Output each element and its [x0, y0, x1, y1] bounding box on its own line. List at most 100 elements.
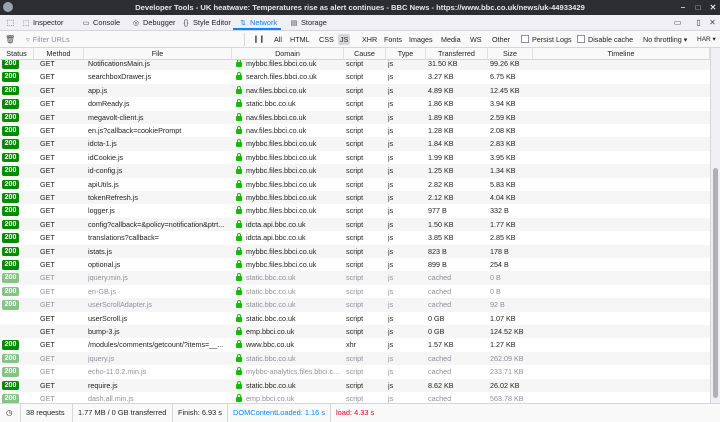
network-toolbar: 🗑 ▿ Filter URLs ❙❙ All HTML CSS JS XHR Fonts Im…	[0, 31, 720, 48]
column-header-timeline[interactable]: Timeline	[533, 48, 710, 60]
table-row[interactable]: 200 GET NotificationsMain.js mybbc.files.bb…	[0, 60, 710, 71]
har-menu[interactable]: HAR ▾	[697, 34, 716, 45]
pause-icon[interactable]: ❙❙	[253, 34, 265, 45]
close-devtools-icon[interactable]: ✕	[707, 17, 718, 28]
table-row[interactable]: 200 GET optional.js mybbc.files.bbci.co.uk s…	[0, 258, 710, 272]
table-row[interactable]: GET userScroll.js static.bbc.co.uk script js…	[0, 311, 710, 325]
filter-type-js[interactable]: JS	[338, 34, 351, 45]
lock-icon	[236, 99, 242, 108]
table-row[interactable]: 200 GET id-config.js mybbc.files.bbci.co.uk…	[0, 164, 710, 178]
cell-method: GET	[40, 327, 55, 336]
table-row[interactable]: 200 GET istats.js mybbc.files.bbci.co.uk scr…	[0, 244, 710, 258]
cell-file: apiUtils.js	[88, 179, 119, 189]
filter-type-media[interactable]: Media	[439, 34, 463, 45]
trash-icon[interactable]: 🗑	[5, 34, 15, 45]
filter-type-images[interactable]: Images	[407, 34, 435, 45]
table-row[interactable]: 200 GET config?callback=&policy=notificati…	[0, 217, 710, 232]
table-row[interactable]: 200 GET logger.js mybbc.files.bbci.co.uk scr…	[0, 204, 710, 218]
filter-type-css[interactable]: CSS	[317, 34, 336, 45]
cell-method: GET	[40, 152, 55, 162]
column-header-domain[interactable]: Domain	[232, 48, 344, 60]
cell-domain: static.bbc.co.uk	[236, 312, 342, 325]
maximize-icon[interactable]: □	[691, 0, 705, 15]
column-header-size[interactable]: Size	[488, 48, 533, 60]
column-header-status[interactable]: Status	[0, 48, 34, 60]
table-row[interactable]: GET bump-3.js emp.bbci.co.uk script js 0 GB 12…	[0, 325, 710, 339]
table-row[interactable]: 200 GET domReady.js static.bbc.co.uk script j…	[0, 97, 710, 111]
table-row[interactable]: 200 GET idcta-1.js mybbc.files.bbci.co.uk sc…	[0, 137, 710, 151]
column-header-type[interactable]: Type	[386, 48, 426, 60]
close-icon[interactable]: ✕	[706, 0, 720, 15]
table-row[interactable]: 200 GET megavolt-client.js nav.files.bbci.c…	[0, 110, 710, 124]
filter-type-html[interactable]: HTML	[288, 34, 312, 45]
cell-transferred: 2.82 KB	[428, 179, 454, 189]
filter-type-fonts[interactable]: Fonts	[382, 34, 404, 45]
cell-file: id-config.js	[88, 166, 123, 176]
minimize-icon[interactable]: –	[676, 0, 690, 15]
table-row[interactable]: 200 GET translations?callback= idcta.api.bb…	[0, 231, 710, 245]
filter-type-ws[interactable]: WS	[468, 34, 484, 45]
requests-table-body: 200 GET NotificationsMain.js mybbc.files.bb…	[0, 60, 710, 403]
cell-type: js	[388, 380, 394, 390]
throttling-select[interactable]: No throttling ▾	[643, 34, 687, 45]
element-picker-icon[interactable]: ⬚	[5, 17, 16, 28]
cell-transferred: 2.12 KB	[428, 193, 454, 202]
persist-logs-checkbox[interactable]: Persist Logs	[521, 34, 572, 45]
lock-icon	[236, 219, 242, 228]
column-header-method[interactable]: Method	[34, 48, 84, 60]
table-row[interactable]: 200 GET tokenRefresh.js mybbc.files.bbci.co…	[0, 191, 710, 205]
scrollbar-thumb[interactable]	[713, 168, 718, 398]
table-row[interactable]: 200 GET en.js?callback=cookiePrompt nav.fil…	[0, 124, 710, 138]
cell-method: GET	[40, 353, 55, 363]
table-row[interactable]: 200 GET apiUtils.js mybbc.files.bbci.co.uk s…	[0, 177, 710, 191]
cell-type: js	[388, 112, 394, 122]
request-count: 38 requests	[20, 404, 65, 422]
domain-text: static.bbc.co.uk	[246, 273, 296, 283]
cell-cause: script	[346, 367, 364, 377]
table-row[interactable]: 200 GET en-GB.js static.bbc.co.uk script js ca…	[0, 284, 710, 299]
table-row[interactable]: 200 GET userScrollAdapter.js static.bbc.co.…	[0, 298, 710, 312]
table-row[interactable]: 200 GET dash.all.min.js emp.bbci.co.uk scrip…	[0, 392, 710, 403]
cell-cause: script	[346, 219, 364, 229]
inspector-icon: ⬚	[22, 20, 30, 27]
table-row[interactable]: 200 GET/modules/comments/getcount/?items=…	[0, 338, 710, 352]
status-badge: 200	[2, 179, 19, 190]
cell-cause: script	[346, 99, 364, 109]
cell-cause: script	[346, 353, 364, 363]
table-row[interactable]: 200 GET searchboxDrawer.js search.files.bbc…	[0, 70, 710, 84]
cell-domain: emp.bbci.co.uk	[236, 392, 342, 403]
tab-style-editor[interactable]: {} Style Editor	[176, 15, 232, 30]
responsive-mode-icon[interactable]: ▭	[672, 17, 683, 28]
domain-text: nav.files.bbci.co.uk	[246, 85, 307, 95]
filter-type-other[interactable]: Other	[490, 34, 512, 45]
performance-icon[interactable]: ◷	[6, 404, 12, 422]
column-header-file[interactable]: File	[84, 48, 232, 60]
filter-type-all[interactable]: All	[272, 34, 284, 45]
cell-file: idCookie.js	[88, 152, 124, 162]
dock-options-icon[interactable]: ▯	[693, 17, 704, 28]
tab-storage[interactable]: ▤ Storage	[284, 15, 332, 30]
column-header-transferred[interactable]: Transferred	[426, 48, 488, 60]
tab-console[interactable]: ▭ Console	[76, 15, 124, 30]
column-header-cause[interactable]: Cause	[344, 48, 386, 60]
table-row[interactable]: 200 GET idCookie.js mybbc.files.bbci.co.uk s…	[0, 150, 710, 165]
table-row[interactable]: 200 GET echo-11.0.2.min.js mybbc-analytics.…	[0, 365, 710, 379]
cell-file: translations?callback=	[88, 233, 159, 243]
lock-icon	[236, 353, 242, 362]
disable-cache-checkbox[interactable]: Disable cache	[577, 34, 633, 45]
vertical-scrollbar[interactable]	[710, 48, 720, 403]
cell-domain: static.bbc.co.uk	[236, 285, 342, 298]
tab-debugger[interactable]: ◎ Debugger	[126, 15, 176, 30]
tab-inspector[interactable]: ⬚ Inspector	[16, 15, 72, 30]
filter-placeholder: Filter URLs	[32, 35, 70, 44]
devtools-tabbar: ⬚ ⬚ Inspector ▭ Console ◎ Debugger{} Style Edi…	[0, 15, 720, 31]
filter-urls-input[interactable]: ▿ Filter URLs	[20, 33, 245, 46]
cell-transferred: 1.50 KB	[428, 219, 454, 229]
filter-type-xhr[interactable]: XHR	[360, 34, 379, 45]
table-row[interactable]: 200 GET require.js static.bbc.co.uk script js…	[0, 378, 710, 392]
table-row[interactable]: 200 GET app.js nav.files.bbci.co.uk script js…	[0, 83, 710, 98]
tab-network[interactable]: ⇅ Network	[233, 15, 281, 30]
table-row[interactable]: 200 GET jquery.js static.bbc.co.uk script js c…	[0, 351, 710, 366]
table-row[interactable]: 200 GET jquery.min.js static.bbc.co.uk scrip…	[0, 271, 710, 285]
cell-cause: script	[346, 85, 364, 95]
